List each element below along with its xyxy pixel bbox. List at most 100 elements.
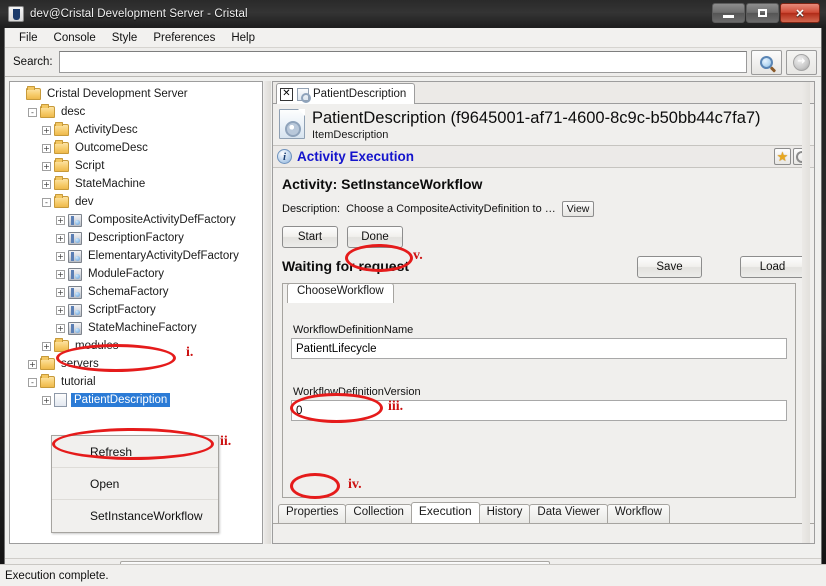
- tab-properties[interactable]: Properties: [278, 504, 347, 523]
- tree-node-statemachine[interactable]: + StateMachine: [10, 175, 262, 193]
- tree-node-activitydesc[interactable]: + ActivityDesc: [10, 121, 262, 139]
- workflow-definition-version-label: WorkflowDefinitionVersion: [293, 386, 421, 398]
- waiting-status: Waiting for request: [282, 258, 410, 274]
- item-icon: [54, 393, 67, 407]
- activity-button-row: Start Done: [282, 226, 805, 248]
- tree-node-tutorial[interactable]: - tutorial: [10, 373, 262, 391]
- tab-execution[interactable]: Execution: [410, 502, 480, 523]
- info-icon: i: [277, 149, 292, 164]
- tree-node-modulefactory[interactable]: + ModuleFactory: [10, 265, 262, 283]
- pane-splitter[interactable]: [264, 81, 271, 544]
- expand-icon[interactable]: +: [56, 287, 65, 297]
- folder-icon: [40, 374, 55, 388]
- expand-icon[interactable]: +: [42, 179, 51, 189]
- tree-node-label: Script: [75, 160, 105, 172]
- tab-history[interactable]: History: [478, 504, 531, 523]
- bottom-tab-divider: [273, 523, 814, 524]
- close-icon[interactable]: ✕: [280, 87, 293, 101]
- expand-icon[interactable]: +: [56, 269, 65, 279]
- tree-node-cristal-development-server[interactable]: Cristal Development Server: [10, 85, 262, 103]
- favorite-button[interactable]: ★: [774, 148, 791, 165]
- factory-icon: [68, 321, 82, 335]
- save-load-group: Save Load: [637, 256, 805, 278]
- tree-node-dev[interactable]: - dev: [10, 193, 262, 211]
- tree-node-scriptfactory[interactable]: + ScriptFactory: [10, 301, 262, 319]
- context-menu-item-setinstanceworkflow[interactable]: SetInstanceWorkflow: [52, 500, 218, 532]
- view-button[interactable]: View: [561, 201, 595, 217]
- expand-icon[interactable]: +: [56, 251, 65, 261]
- tree-node-outcomedesc[interactable]: + OutcomeDesc: [10, 139, 262, 157]
- tree-node-script[interactable]: + Script: [10, 157, 262, 175]
- close-button[interactable]: ✕: [780, 3, 820, 23]
- folder-icon: [54, 338, 69, 352]
- arrow-right-circle-icon: ➜: [793, 53, 810, 71]
- done-button[interactable]: Done: [347, 226, 403, 248]
- context-menu-item-refresh[interactable]: Refresh: [52, 436, 218, 468]
- tree-node-label: StateMachine: [75, 178, 146, 190]
- tree-node-compositeactivitydeffactory[interactable]: + CompositeActivityDefFactory: [10, 211, 262, 229]
- waiting-row: Waiting for request Save Load: [282, 256, 805, 278]
- workflow-definition-name-input[interactable]: [291, 338, 787, 359]
- tab-collection[interactable]: Collection: [345, 504, 412, 523]
- collapse-icon[interactable]: -: [28, 377, 37, 387]
- document-tab-strip: ✕ PatientDescription: [273, 82, 814, 104]
- expand-icon[interactable]: +: [42, 161, 51, 171]
- description-label: Description:: [282, 203, 341, 215]
- item-tree[interactable]: Cristal Development Server - desc + Activity…: [10, 82, 262, 409]
- menu-item-file[interactable]: File: [11, 30, 46, 46]
- collapse-icon[interactable]: -: [28, 107, 37, 117]
- search-button[interactable]: [751, 49, 782, 75]
- expand-icon[interactable]: +: [28, 359, 37, 369]
- menu-item-help[interactable]: Help: [223, 30, 263, 46]
- workflow-definition-version-input[interactable]: [291, 400, 787, 421]
- tab-data-viewer[interactable]: Data Viewer: [529, 504, 608, 523]
- load-button[interactable]: Load: [740, 256, 805, 278]
- menu-item-style[interactable]: Style: [104, 30, 146, 46]
- tree-node-label: OutcomeDesc: [75, 142, 148, 154]
- workflow-definition-name-label: WorkflowDefinitionName: [293, 324, 414, 336]
- status-bar: Execution complete.: [0, 564, 826, 586]
- expand-icon[interactable]: +: [56, 305, 65, 315]
- tree-node-servers[interactable]: + servers: [10, 355, 262, 373]
- expand-icon[interactable]: +: [42, 143, 51, 153]
- save-button[interactable]: Save: [637, 256, 702, 278]
- folder-icon: [40, 356, 55, 370]
- go-button[interactable]: ➜: [786, 49, 817, 75]
- start-button[interactable]: Start: [282, 226, 338, 248]
- search-label: Search:: [13, 56, 53, 68]
- factory-icon: [68, 213, 82, 227]
- tab-workflow[interactable]: Workflow: [606, 504, 670, 523]
- expand-icon[interactable]: +: [42, 395, 51, 405]
- minimize-button[interactable]: [712, 3, 745, 23]
- tree-node-patientdescription[interactable]: + PatientDescription: [10, 391, 262, 409]
- maximize-button[interactable]: [746, 3, 779, 23]
- tree-node-elementaryactivitydeffactory[interactable]: + ElementaryActivityDefFactory: [10, 247, 262, 265]
- expand-icon[interactable]: +: [56, 323, 65, 333]
- window-title: dev@Cristal Development Server - Cristal: [30, 8, 248, 20]
- tree-node-modules[interactable]: + modules: [10, 337, 262, 355]
- context-menu[interactable]: Refresh Open SetInstanceWorkflow: [51, 435, 219, 533]
- tree-node-label: DescriptionFactory: [88, 232, 184, 244]
- folder-icon: [54, 122, 69, 136]
- document-tab-patientdescription[interactable]: ✕ PatientDescription: [276, 83, 416, 104]
- right-scroll-gutter[interactable]: [802, 82, 810, 543]
- search-input[interactable]: [58, 51, 747, 73]
- expand-icon[interactable]: +: [56, 215, 65, 225]
- menu-item-console[interactable]: Console: [46, 30, 104, 46]
- factory-icon: [68, 303, 82, 317]
- context-menu-item-open[interactable]: Open: [52, 468, 218, 500]
- expand-icon[interactable]: +: [42, 125, 51, 135]
- folder-icon: [54, 158, 69, 172]
- expand-icon[interactable]: +: [56, 233, 65, 243]
- tree-node-descriptionfactory[interactable]: + DescriptionFactory: [10, 229, 262, 247]
- item-description-icon: [279, 109, 305, 139]
- java-app-icon: [8, 6, 24, 22]
- tab-chooseworkflow[interactable]: ChooseWorkflow: [287, 283, 394, 303]
- tree-node-schemafactory[interactable]: + SchemaFactory: [10, 283, 262, 301]
- tree-node-desc[interactable]: - desc: [10, 103, 262, 121]
- expand-icon[interactable]: +: [42, 341, 51, 351]
- menu-item-preferences[interactable]: Preferences: [145, 30, 223, 46]
- collapse-icon[interactable]: -: [42, 197, 51, 207]
- tree-node-statemachinefactory[interactable]: + StateMachineFactory: [10, 319, 262, 337]
